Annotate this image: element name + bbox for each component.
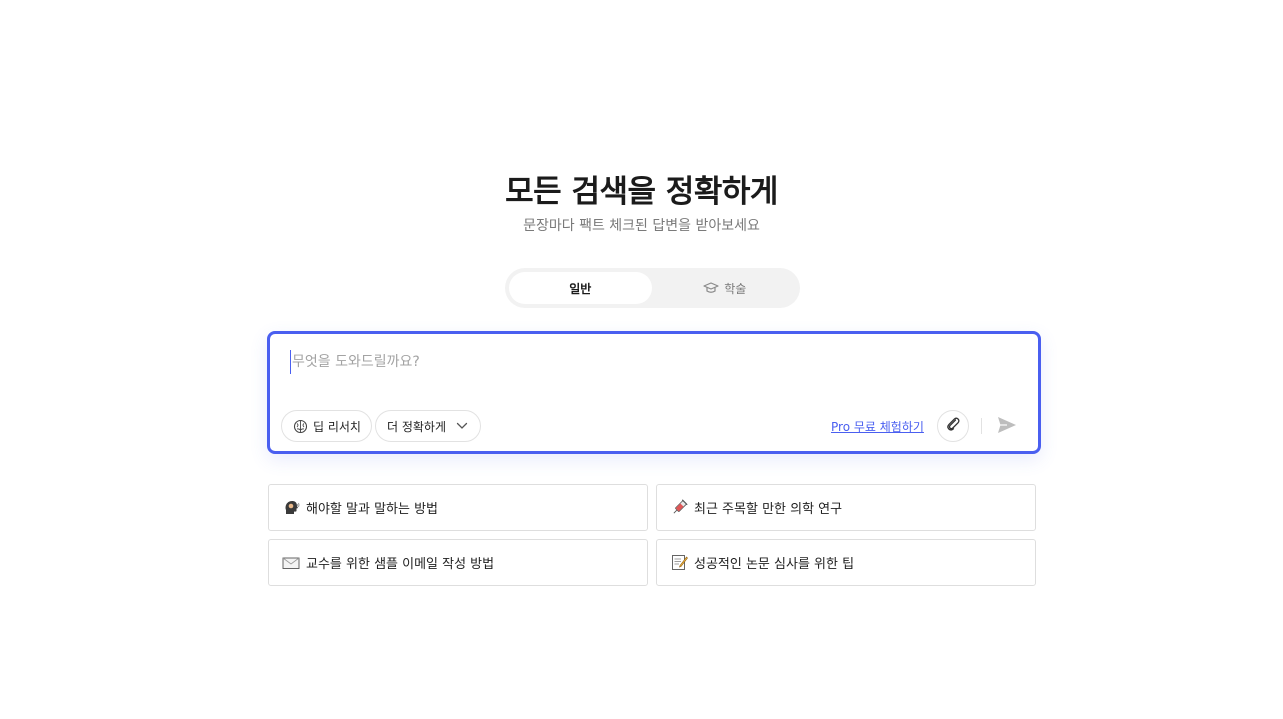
tab-general-label: 일반 — [569, 281, 592, 296]
deep-research-label: 딥 리서치 — [313, 419, 361, 434]
search-input[interactable] — [290, 350, 1012, 374]
pro-trial-link[interactable]: Pro 무료 체험하기 — [831, 418, 924, 435]
page: 모든 검색을 정확하게 문장마다 팩트 체크된 답변을 받아보세요 일반 학술 — [0, 0, 1283, 719]
tab-academic-label: 학술 — [724, 281, 747, 296]
graduation-cap-icon — [703, 281, 719, 295]
suggestion-card[interactable]: 성공적인 논문 심사를 위한 팁 — [656, 539, 1036, 586]
suggestion-label: 교수를 위한 샘플 이메일 작성 방법 — [306, 557, 495, 572]
page-title: 모든 검색을 정확하게 — [505, 174, 778, 210]
chevron-down-icon — [456, 419, 468, 433]
attach-button[interactable] — [937, 410, 969, 442]
search-box: 딥 리서치 더 정확하게 Pro 무료 체험하기 — [267, 331, 1041, 454]
tab-general[interactable]: 일반 — [509, 272, 652, 304]
memo-icon — [670, 554, 688, 572]
tab-academic[interactable]: 학술 — [654, 272, 797, 304]
paperclip-icon — [945, 416, 961, 436]
precision-dropdown[interactable]: 더 정확하게 — [375, 410, 481, 442]
toolbar-divider — [981, 418, 982, 434]
suggestion-label: 최근 주목할 만한 의학 연구 — [694, 502, 843, 517]
page-subtitle: 문장마다 팩트 체크된 답변을 받아보세요 — [523, 218, 760, 234]
suggestion-card[interactable]: 교수를 위한 샘플 이메일 작성 방법 — [268, 539, 648, 586]
syringe-icon — [670, 499, 688, 517]
suggestion-card[interactable]: 최근 주목할 만한 의학 연구 — [656, 484, 1036, 531]
envelope-icon — [282, 554, 300, 572]
send-icon — [997, 416, 1017, 438]
suggestion-label: 성공적인 논문 심사를 위한 팁 — [694, 557, 855, 572]
deep-research-button[interactable]: 딥 리서치 — [281, 410, 372, 442]
suggestion-label: 해야할 말과 말하는 방법 — [306, 502, 438, 517]
send-button[interactable] — [994, 414, 1020, 440]
search-mode-toggle: 일반 학술 — [505, 268, 800, 308]
brain-icon — [291, 417, 309, 435]
suggestion-card[interactable]: 해야할 말과 말하는 방법 — [268, 484, 648, 531]
speaking-head-icon — [282, 499, 300, 517]
precision-label: 더 정확하게 — [387, 419, 447, 434]
